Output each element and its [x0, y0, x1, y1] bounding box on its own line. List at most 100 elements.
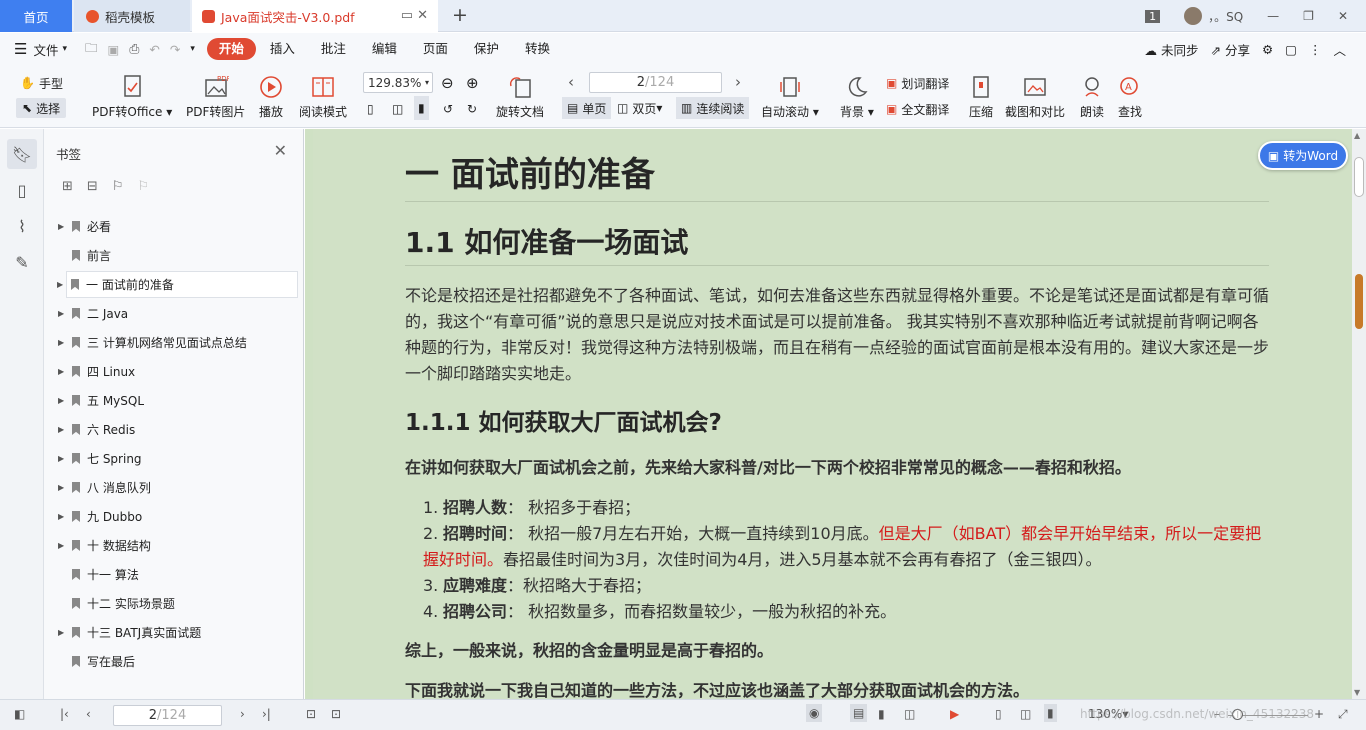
- zoom-out-icon[interactable]: –: [1214, 707, 1220, 721]
- double-view-icon[interactable]: ◫: [904, 707, 915, 721]
- expand-arrow-icon[interactable]: ▶: [58, 483, 68, 492]
- word-translate-button[interactable]: ▣ 划词翻译: [886, 73, 949, 93]
- expand-arrow-icon[interactable]: ▶: [58, 628, 68, 637]
- bookmark-item[interactable]: 写在最后: [56, 648, 298, 675]
- delete-bookmark-icon[interactable]: ⊟: [87, 179, 98, 194]
- screenshot-compare-button[interactable]: 截图和对比: [1005, 71, 1065, 120]
- expand-arrow-icon[interactable]: ▶: [58, 396, 68, 405]
- ribbon-tab-0[interactable]: 开始: [206, 38, 256, 60]
- last-page-icon[interactable]: ›|: [262, 707, 271, 721]
- tab-docer-template[interactable]: 稻壳模板: [74, 0, 190, 32]
- save-icon[interactable]: ▣: [108, 42, 120, 57]
- hand-tool[interactable]: ✋ 手型: [20, 73, 63, 93]
- minimize-icon[interactable]: —: [1267, 9, 1279, 23]
- prev-page-icon[interactable]: ‹: [86, 707, 91, 721]
- bookmark-item[interactable]: ▶ 七 Spring: [56, 445, 298, 472]
- file-menu[interactable]: 文件: [33, 40, 58, 59]
- rotate-left-icon[interactable]: ↺: [443, 99, 453, 119]
- print-icon[interactable]: ⎙: [129, 41, 139, 57]
- background-button[interactable]: 背景 ▾: [840, 71, 874, 120]
- select-tool[interactable]: ⬉ 选择: [16, 98, 67, 118]
- first-page-icon[interactable]: |‹: [60, 707, 69, 721]
- compress-button[interactable]: 压缩: [968, 71, 994, 120]
- bookmark-item[interactable]: ▶ 十三 BATJ真实面试题: [56, 619, 298, 646]
- tab-home[interactable]: 首页: [0, 0, 72, 32]
- bookmark-item[interactable]: 前言: [56, 242, 298, 269]
- pdf-to-office-button[interactable]: PDF转Office ▾: [92, 71, 172, 120]
- expand-arrow-icon[interactable]: ▶: [58, 309, 68, 318]
- actual-size-icon[interactable]: ▯: [367, 99, 374, 119]
- sidebar-toggle-icon[interactable]: ◧: [14, 707, 25, 721]
- bookmark-item[interactable]: ▶ 十 数据结构: [56, 532, 298, 559]
- new-tab-button[interactable]: +: [452, 4, 468, 26]
- expand-arrow-icon[interactable]: ▶: [58, 338, 68, 347]
- open-folder-icon[interactable]: 🗀: [85, 39, 98, 60]
- settings-icon[interactable]: ⚙: [1262, 42, 1273, 57]
- vertical-scrollbar[interactable]: ▲ ▼: [1352, 129, 1366, 699]
- more-chevron-icon[interactable]: ▾: [190, 44, 195, 54]
- play-button[interactable]: 播放: [258, 71, 284, 120]
- add-bookmark-icon[interactable]: ⊞: [62, 179, 73, 194]
- bookmark-icon[interactable]: ⚐: [112, 179, 124, 194]
- bookmark-item[interactable]: ▶ 五 MySQL: [56, 387, 298, 414]
- close-icon[interactable]: ✕: [274, 141, 287, 160]
- expand-arrow-icon[interactable]: ▶: [58, 222, 68, 231]
- user-account[interactable]: ，。SQ: [1184, 7, 1243, 25]
- scrollbar-thumb[interactable]: [1354, 157, 1364, 197]
- expand-arrow-icon[interactable]: ▶: [58, 512, 68, 521]
- collapse-ribbon-icon[interactable]: ︿: [1333, 40, 1346, 59]
- expand-arrow-icon[interactable]: ▶: [58, 425, 68, 434]
- chevron-down-icon[interactable]: ▾: [62, 44, 67, 54]
- back-icon[interactable]: ⊡: [306, 707, 316, 721]
- expand-arrow-icon[interactable]: ▶: [58, 367, 68, 376]
- zoom-select[interactable]: 129.83% ▾: [363, 72, 433, 93]
- tab-pdf-document[interactable]: Java面试突击-V3.0.pdf ▭ ✕: [192, 0, 438, 32]
- more-icon[interactable]: ⋮: [1309, 42, 1322, 57]
- zoom-value-status[interactable]: 130% ▾: [1088, 707, 1128, 721]
- expand-arrow-icon[interactable]: ▶: [58, 454, 68, 463]
- zoom-out-icon[interactable]: ⊖: [441, 73, 454, 93]
- auto-scroll-button[interactable]: 自动滚动 ▾: [761, 71, 819, 120]
- redo-icon[interactable]: ↷: [170, 42, 180, 57]
- scroll-down-icon[interactable]: ▼: [1354, 688, 1360, 697]
- eye-protection-icon[interactable]: ◉: [806, 704, 823, 722]
- document-viewport[interactable]: 一 面试前的准备 1.1 如何准备一场面试 不论是校招还是社招都避免不了各种面试…: [305, 129, 1352, 699]
- bookmark-item[interactable]: ▶ 一 面试前的准备: [57, 271, 298, 298]
- bookmark-item[interactable]: ▶ 九 Dubbo: [56, 503, 298, 530]
- double-page-button[interactable]: ◫ 双页 ▾: [617, 98, 662, 118]
- find-button[interactable]: A 查找: [1117, 71, 1143, 120]
- fit-page-icon[interactable]: ◫: [392, 99, 403, 119]
- zoom-in-icon[interactable]: +: [1314, 707, 1324, 721]
- rotate-document-button[interactable]: 旋转文档: [496, 71, 544, 120]
- prev-page-icon[interactable]: ‹: [568, 72, 574, 92]
- ribbon-tab-3[interactable]: 编辑: [360, 38, 409, 60]
- close-window-icon[interactable]: ✕: [1338, 9, 1348, 23]
- bookmark-item[interactable]: ▶ 四 Linux: [56, 358, 298, 385]
- next-page-icon[interactable]: ›: [735, 72, 741, 92]
- read-aloud-button[interactable]: 朗读: [1079, 71, 1105, 120]
- ribbon-tab-5[interactable]: 保护: [462, 38, 511, 60]
- bookmark-item[interactable]: ▶ 必看: [56, 213, 298, 240]
- ribbon-tab-4[interactable]: 页面: [411, 38, 460, 60]
- forward-icon[interactable]: ⊡: [331, 707, 341, 721]
- bookmark-item[interactable]: ▶ 六 Redis: [56, 416, 298, 443]
- continuous-view-icon[interactable]: ▤: [850, 704, 868, 722]
- fit-width-icon[interactable]: ▮: [414, 96, 429, 120]
- attachment-icon[interactable]: ⌇: [7, 211, 37, 241]
- bookmark-item[interactable]: ▶ 八 消息队列: [56, 474, 298, 501]
- bookmark-item[interactable]: ▶ 三 计算机网络常见面试点总结: [56, 329, 298, 356]
- actual-size-icon[interactable]: ▯: [995, 707, 1002, 721]
- single-page-button[interactable]: ▤ 单页: [562, 97, 612, 119]
- menu-icon[interactable]: ☰: [14, 40, 27, 58]
- bookmark-item[interactable]: 十二 实际场景题: [56, 590, 298, 617]
- bookmark-panel-icon[interactable]: 🔖︎: [7, 139, 37, 169]
- fit-page-icon[interactable]: ◫: [1020, 707, 1031, 721]
- bookmark-item[interactable]: ▶ 二 Java: [56, 300, 298, 327]
- tab-close-icon[interactable]: ▭ ✕: [401, 8, 428, 23]
- comment-icon[interactable]: ▢: [1285, 42, 1297, 57]
- status-page-input[interactable]: 2/124: [113, 705, 222, 726]
- full-translate-button[interactable]: ▣ 全文翻译: [886, 99, 949, 119]
- play-icon[interactable]: ▶: [950, 707, 959, 721]
- bookmark-item[interactable]: 十一 算法: [56, 561, 298, 588]
- sync-status[interactable]: ☁ 未同步: [1144, 40, 1198, 59]
